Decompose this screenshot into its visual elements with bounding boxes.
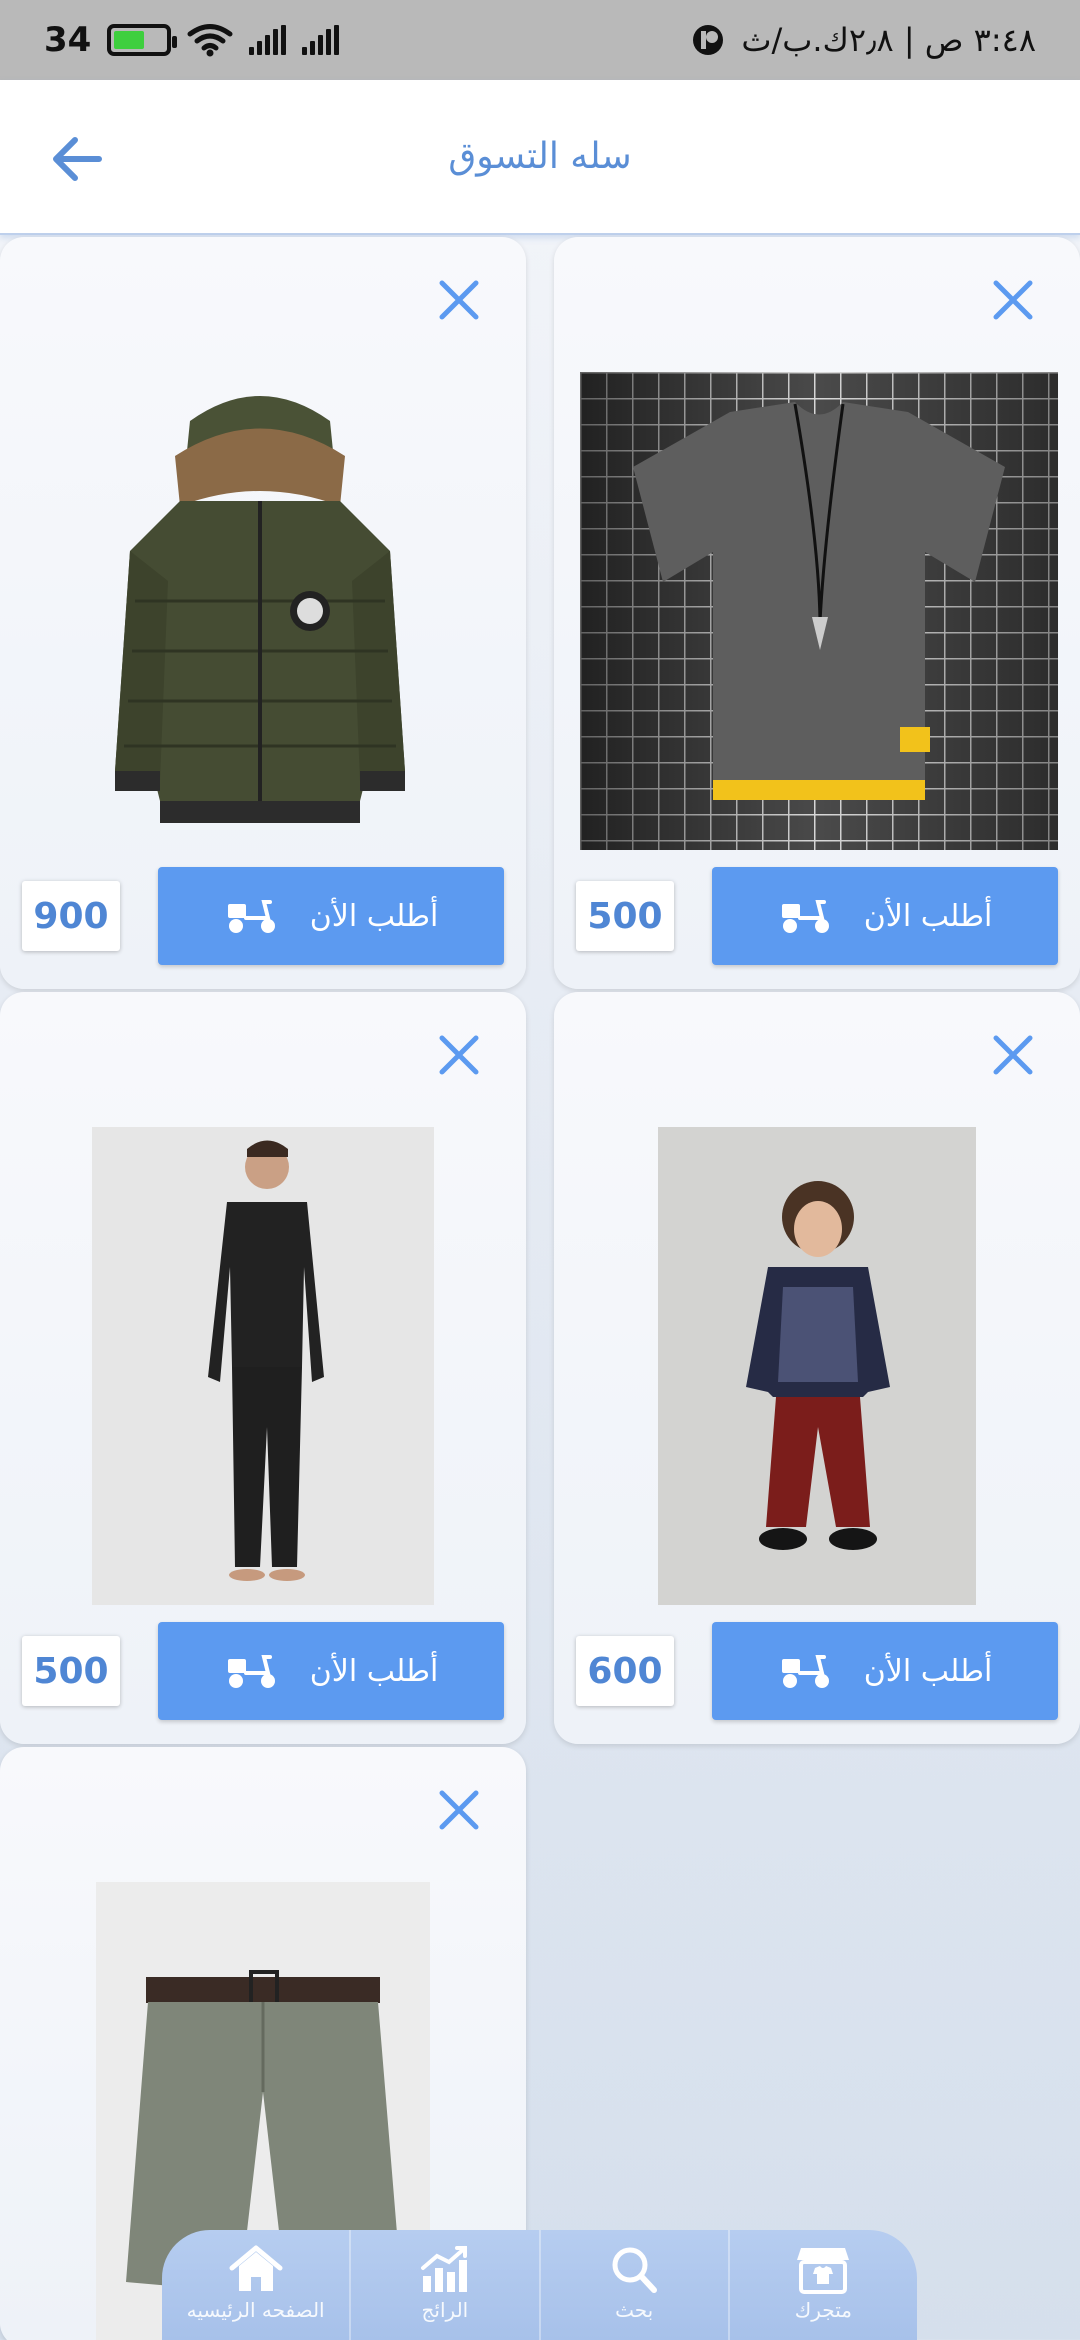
order-now-label: أطلب الأن [309, 898, 439, 934]
order-now-label: أطلب الأن [309, 1653, 439, 1689]
arrow-left-icon [53, 137, 102, 181]
battery-percent: 34 [44, 20, 92, 60]
order-now-button[interactable]: أطلب الأن [712, 1622, 1058, 1720]
close-icon [439, 1790, 479, 1830]
nav-label-trending: الرائج [421, 2298, 469, 2322]
product-image-kids-outfit[interactable] [658, 1127, 976, 1605]
price-badge: 500 [22, 1636, 120, 1706]
price-badge: 600 [576, 1636, 674, 1706]
product-image-jacket[interactable] [60, 372, 460, 850]
order-now-button[interactable]: أطلب الأن [158, 1622, 504, 1720]
home-icon [229, 2245, 283, 2291]
delivery-scooter-icon [781, 900, 829, 933]
tshirt-graphic [580, 372, 1058, 850]
signal-icon-1 [249, 25, 287, 55]
signal-icon-2 [302, 25, 340, 55]
remove-item-button[interactable] [434, 1785, 484, 1835]
product-image-pajama-set[interactable] [92, 1127, 434, 1605]
cart-item-card: أطلب الأن 500 [0, 992, 526, 1744]
delivery-scooter-icon [227, 1655, 275, 1688]
page-title: سله التسوق [448, 136, 632, 177]
cart-item-card: أطلب الأن 900 [0, 237, 526, 989]
order-now-label: أطلب الأن [863, 898, 993, 934]
trending-chart-icon [420, 2246, 467, 2292]
remove-item-button[interactable] [988, 275, 1038, 325]
nav-label-store: متجرك [794, 2298, 852, 2322]
battery-icon [107, 24, 178, 56]
order-now-button[interactable]: أطلب الأن [158, 867, 504, 965]
status-right: ٣:٤٨ ص | ٢٫٨ك.ب/ث [691, 21, 1036, 59]
jacket-graphic [115, 396, 405, 823]
status-left: 34 [44, 20, 340, 60]
nav-label-home: الصفحه الرئيسيه [186, 2298, 325, 2322]
nav-item-home[interactable]: الصفحه الرئيسيه [162, 2230, 352, 2340]
bottom-navigation: الصفحه الرئيسيه الرائج بحث متجرك [162, 2230, 917, 2340]
remove-item-button[interactable] [434, 275, 484, 325]
back-button[interactable] [46, 128, 108, 190]
kids-outfit-graphic [746, 1181, 890, 1550]
close-icon [439, 280, 479, 320]
cart-item-card: أطلب الأن 600 [554, 992, 1080, 1744]
search-icon [612, 2247, 658, 2293]
app-notification-icon [693, 25, 724, 55]
remove-item-button[interactable] [434, 1030, 484, 1080]
nav-item-search[interactable]: بحث [541, 2230, 730, 2340]
close-icon [993, 280, 1033, 320]
pajama-set-graphic [208, 1140, 324, 1581]
price-badge: 900 [22, 881, 120, 951]
order-now-label: أطلب الأن [863, 1653, 993, 1689]
app-bar: سله التسوق [0, 80, 1080, 235]
close-icon [439, 1035, 479, 1075]
remove-item-button[interactable] [988, 1030, 1038, 1080]
order-now-button[interactable]: أطلب الأن [712, 867, 1058, 965]
close-icon [993, 1035, 1033, 1075]
product-image-tshirt[interactable] [580, 372, 1058, 850]
nav-item-store[interactable]: متجرك [730, 2230, 917, 2340]
wifi-icon [187, 24, 233, 57]
time-and-speed: ٣:٤٨ ص | ٢٫٨ك.ب/ث [741, 21, 1036, 59]
delivery-scooter-icon [227, 900, 275, 933]
price-badge: 500 [576, 881, 674, 951]
delivery-scooter-icon [781, 1655, 829, 1688]
nav-item-trending[interactable]: الرائج [351, 2230, 541, 2340]
store-icon [797, 2248, 850, 2294]
cart-item-card: أطلب الأن 500 [554, 237, 1080, 989]
nav-label-search: بحث [615, 2298, 654, 2322]
status-bar: 34 ٣:٤٨ ص | ٢٫٨ك.ب/ث [0, 0, 1080, 80]
